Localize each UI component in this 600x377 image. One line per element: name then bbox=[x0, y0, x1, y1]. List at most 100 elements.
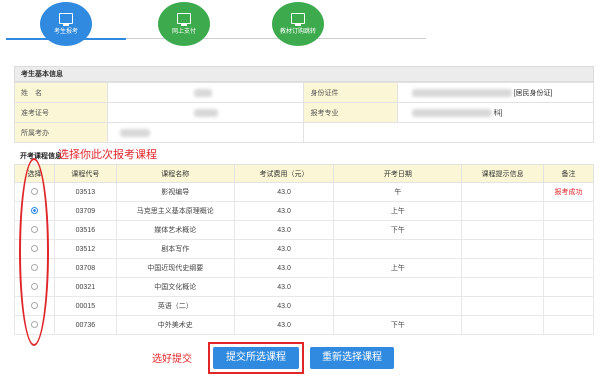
step-textbook[interactable]: 教材订购跳转 bbox=[272, 2, 324, 46]
course-date: 上午 bbox=[390, 265, 405, 272]
course-table: 选择 课程代号 课程名称 考试费用（元） 开考日期 课程提示信息 备注 0351… bbox=[14, 164, 594, 335]
course-note-cell bbox=[461, 239, 545, 259]
course-row[interactable]: 00321 中国文化概论 43.0 bbox=[14, 277, 594, 297]
office-value bbox=[107, 122, 305, 143]
course-section: 选择 课程代号 课程名称 考试费用（元） 开考日期 课程提示信息 备注 0351… bbox=[14, 164, 594, 335]
course-note-cell bbox=[461, 315, 545, 335]
course-code: 03513 bbox=[75, 188, 96, 196]
step-label: 教材订购跳转 bbox=[279, 29, 316, 35]
course-fee-cell: 43.0 bbox=[233, 201, 335, 221]
course-fee: 43.0 bbox=[277, 283, 291, 291]
course-fee: 43.0 bbox=[277, 207, 291, 215]
monitor-icon bbox=[291, 13, 305, 26]
course-code-cell: 03512 bbox=[53, 239, 117, 259]
course-remark-cell bbox=[543, 296, 594, 316]
course-fee: 43.0 bbox=[277, 226, 291, 234]
submit-hint-annotation: 选好提交 bbox=[152, 354, 192, 365]
course-date-cell bbox=[333, 277, 463, 297]
col-name: 课程名称 bbox=[115, 164, 235, 183]
course-name-cell: 剧本写作 bbox=[115, 239, 235, 259]
course-date-cell: 上午 bbox=[333, 201, 463, 221]
course-remark-cell bbox=[543, 315, 594, 335]
id-type: [居民身份证] bbox=[513, 89, 553, 97]
select-column-annotation bbox=[19, 158, 49, 346]
course-row[interactable]: 03512 剧本写作 43.0 bbox=[14, 239, 594, 259]
step-label: 网上支付 bbox=[171, 29, 196, 35]
step-label: 考生报考 bbox=[53, 29, 78, 35]
course-date-cell: 下午 bbox=[333, 220, 463, 240]
course-section-title: 开考课程信息 bbox=[20, 153, 62, 160]
course-note-cell bbox=[461, 201, 545, 221]
course-date-cell bbox=[333, 296, 463, 316]
course-code-cell: 03513 bbox=[53, 182, 117, 202]
course-name-cell: 英语（二） bbox=[115, 296, 235, 316]
course-code-cell: 00736 bbox=[53, 315, 117, 335]
id-label: 身份证件 bbox=[303, 82, 398, 103]
course-header-row: 选择 课程代号 课程名称 考试费用（元） 开考日期 课程提示信息 备注 bbox=[14, 164, 594, 183]
course-note-cell bbox=[461, 258, 545, 278]
course-date-cell: 下午 bbox=[333, 315, 463, 335]
course-fee-cell: 43.0 bbox=[233, 258, 335, 278]
course-remark-cell bbox=[543, 239, 594, 259]
course-fee: 43.0 bbox=[277, 264, 291, 272]
course-row[interactable]: 03708 中国近现代史纲要 43.0 上午 bbox=[14, 258, 594, 278]
office-label: 所属考办 bbox=[13, 122, 109, 143]
empty-cell bbox=[303, 122, 594, 143]
course-fee: 43.0 bbox=[277, 302, 291, 310]
course-remark-cell bbox=[543, 258, 594, 278]
course-date: 午 bbox=[394, 189, 402, 196]
reset-courses-button[interactable]: 重新选择课程 bbox=[310, 347, 394, 369]
course-body: 03513 影视编导 43.0 午 报考成功 03709 马克思主义基本原理概论 43.0 上午… bbox=[14, 182, 594, 335]
col-remark: 备注 bbox=[543, 164, 594, 183]
course-name: 影视编导 bbox=[161, 189, 190, 196]
ticket-value bbox=[107, 102, 305, 123]
course-code-cell: 00015 bbox=[53, 296, 117, 316]
course-name-cell: 影视编导 bbox=[115, 182, 235, 202]
submit-courses-button[interactable]: 提交所选课程 bbox=[213, 347, 299, 369]
course-name-cell: 中国文化概论 bbox=[115, 277, 235, 297]
course-fee: 43.0 bbox=[277, 245, 291, 253]
course-fee-cell: 43.0 bbox=[233, 239, 335, 259]
course-fee-cell: 43.0 bbox=[233, 315, 335, 335]
course-code-cell: 03709 bbox=[53, 201, 117, 221]
col-note: 课程提示信息 bbox=[461, 164, 545, 183]
course-fee-cell: 43.0 bbox=[233, 277, 335, 297]
col-code: 课程代号 bbox=[53, 164, 117, 183]
course-name: 中国文化概论 bbox=[154, 284, 197, 291]
course-date-cell: 午 bbox=[333, 182, 463, 202]
name-label: 姓 名 bbox=[13, 82, 109, 103]
course-note-cell bbox=[461, 277, 545, 297]
course-date: 上午 bbox=[390, 208, 405, 215]
student-info-section: 考生基本信息 姓 名 身份证件 [居民身份证] 准考证号 报考专业 科] 所属考… bbox=[13, 66, 595, 143]
course-fee-cell: 43.0 bbox=[233, 220, 335, 240]
course-fee: 43.0 bbox=[277, 188, 291, 196]
step-indicator: 考生报考 网上支付 教材订购跳转 bbox=[0, 0, 600, 50]
course-hint-annotation: 选择你此次报考课程 bbox=[58, 149, 157, 161]
student-info-title: 考生基本信息 bbox=[14, 66, 594, 82]
course-row[interactable]: 00736 中外美术史 43.0 下午 bbox=[14, 315, 594, 335]
step-payment[interactable]: 网上支付 bbox=[158, 2, 210, 46]
course-row[interactable]: 03709 马克思主义基本原理概论 43.0 上午 bbox=[14, 201, 594, 221]
course-name: 中国近现代史纲要 bbox=[147, 265, 204, 272]
course-date-cell bbox=[333, 239, 463, 259]
course-date: 下午 bbox=[390, 227, 405, 234]
course-name: 马克思主义基本原理概论 bbox=[136, 208, 214, 215]
col-date: 开考日期 bbox=[333, 164, 463, 183]
course-code: 03516 bbox=[75, 226, 96, 234]
step-apply[interactable]: 考生报考 bbox=[40, 2, 92, 46]
course-code: 03512 bbox=[75, 245, 96, 253]
course-code: 03708 bbox=[75, 264, 96, 272]
course-note-cell bbox=[461, 182, 545, 202]
course-row[interactable]: 03516 媒体艺术概论 43.0 下午 bbox=[14, 220, 594, 240]
major-suffix: 科] bbox=[493, 109, 503, 117]
major-label: 报考专业 bbox=[303, 102, 398, 123]
course-row[interactable]: 03513 影视编导 43.0 午 报考成功 bbox=[14, 182, 594, 202]
course-name: 媒体艺术概论 bbox=[154, 227, 197, 234]
major-value: 科] bbox=[396, 102, 595, 123]
course-remark: 报考成功 bbox=[554, 189, 583, 196]
course-row[interactable]: 00015 英语（二） 43.0 bbox=[14, 296, 594, 316]
course-code: 00015 bbox=[75, 302, 96, 310]
name-value bbox=[107, 82, 305, 103]
course-name: 剧本写作 bbox=[161, 246, 190, 253]
course-code-cell: 00321 bbox=[53, 277, 117, 297]
